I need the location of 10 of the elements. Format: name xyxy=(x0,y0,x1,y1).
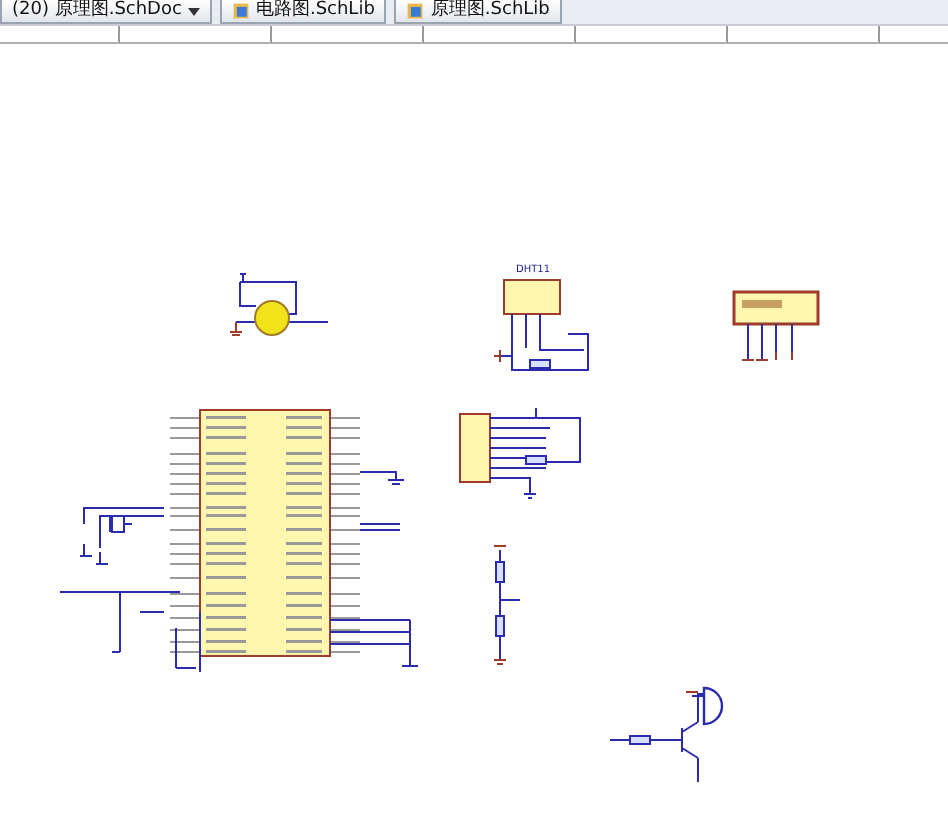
buzzer-circuit-symbol xyxy=(609,686,724,783)
sensor-symbol xyxy=(493,279,589,371)
chip-symbol xyxy=(459,407,581,499)
light-sensor-circuit-symbol xyxy=(493,545,521,665)
display-module-symbol xyxy=(732,290,820,361)
document-icon xyxy=(406,2,425,20)
switch-symbol xyxy=(229,273,329,336)
document-tab[interactable]: 原理图.SchLib xyxy=(394,0,562,24)
document-tab[interactable]: (20) 原理图.SchDoc xyxy=(0,0,212,24)
document-icon xyxy=(231,2,250,20)
